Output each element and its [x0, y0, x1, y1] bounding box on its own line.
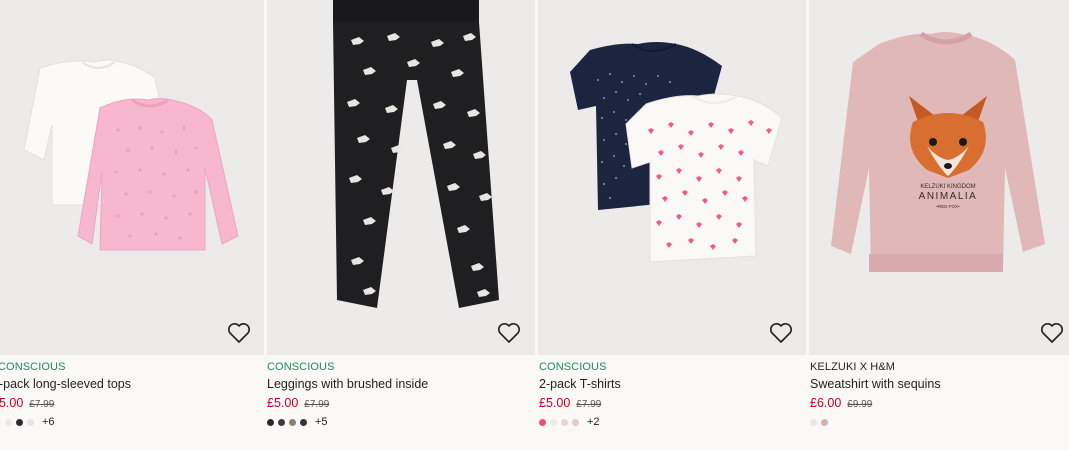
product-info: CONSCIOUS Leggings with brushed inside £… [267, 360, 535, 430]
product-title[interactable]: Sweatshirt with sequins [810, 376, 1069, 392]
product-info: CONSCIOUS 2-pack long-sleeved tops £5.00… [0, 360, 262, 430]
color-swatch[interactable] [300, 418, 307, 426]
color-swatch[interactable] [561, 418, 568, 426]
color-swatch[interactable] [278, 418, 285, 426]
product-image[interactable] [267, 0, 535, 355]
heart-outline-icon[interactable] [1040, 322, 1064, 344]
heart-outline-icon[interactable] [497, 322, 521, 344]
original-price: £7.99 [304, 399, 330, 410]
color-swatch[interactable] [16, 418, 23, 426]
product-image[interactable] [538, 0, 806, 355]
product-grid: CONSCIOUS 2-pack long-sleeved tops £5.00… [0, 0, 1069, 450]
product-card-sweatshirt[interactable]: KELZUKI KINGDOM ANIMALIA •RED FOX• KELZU… [809, 0, 1069, 450]
heart-outline-icon[interactable] [769, 322, 793, 344]
color-swatch[interactable] [0, 418, 1, 426]
sale-price: £5.00 [539, 396, 571, 410]
price-row: £5.00 £7.99 [267, 395, 535, 411]
color-swatch[interactable] [821, 418, 828, 426]
print-line-1: KELZUKI KINGDOM [920, 184, 975, 190]
sale-price: £5.00 [0, 396, 24, 410]
color-swatch[interactable] [27, 418, 34, 426]
product-tag: KELZUKI X H&M [810, 361, 896, 373]
long-sleeved-tops-illustration [23, 59, 239, 251]
product-tag: CONSCIOUS [0, 361, 66, 373]
more-colors-count[interactable]: +6 [42, 416, 55, 428]
color-swatch[interactable] [550, 418, 557, 426]
leggings-illustration [333, 0, 499, 308]
product-image[interactable]: KELZUKI KINGDOM ANIMALIA •RED FOX• [809, 0, 1069, 355]
color-swatch[interactable] [5, 418, 12, 426]
product-image[interactable] [0, 0, 264, 355]
original-price: £7.99 [29, 399, 55, 410]
print-line-3: •RED FOX• [936, 204, 960, 209]
sale-price: £6.00 [810, 396, 842, 410]
product-tag: CONSCIOUS [267, 361, 335, 373]
product-info: KELZUKI X H&M Sweatshirt with sequins £6… [810, 360, 1069, 430]
heart-outline-icon[interactable] [227, 322, 251, 344]
price-row: £6.00 £9.99 [810, 395, 1069, 411]
price-row: £5.00 £7.99 [0, 395, 262, 411]
product-card-long-sleeved-tops[interactable]: CONSCIOUS 2-pack long-sleeved tops £5.00… [0, 0, 264, 450]
print-line-2: ANIMALIA [919, 191, 978, 202]
product-card-tshirts[interactable]: CONSCIOUS 2-pack T-shirts £5.00 £7.99 +2 [538, 0, 806, 450]
color-swatches: +2 [539, 414, 806, 430]
sale-price: £5.00 [267, 396, 299, 410]
product-title[interactable]: 2-pack T-shirts [539, 376, 806, 392]
more-colors-count[interactable]: +2 [587, 416, 600, 428]
color-swatch[interactable] [289, 418, 296, 426]
color-swatch[interactable] [572, 418, 579, 426]
tshirts-illustration [570, 42, 783, 263]
product-title[interactable]: 2-pack long-sleeved tops [0, 376, 262, 392]
original-price: £9.99 [847, 399, 873, 410]
color-swatches: +5 [267, 414, 535, 430]
color-swatch[interactable] [539, 418, 546, 426]
original-price: £7.99 [576, 399, 602, 410]
color-swatches [810, 414, 1069, 430]
price-row: £5.00 £7.99 [539, 395, 806, 411]
product-card-leggings[interactable]: CONSCIOUS Leggings with brushed inside £… [267, 0, 535, 450]
color-swatch[interactable] [267, 418, 274, 426]
product-info: CONSCIOUS 2-pack T-shirts £5.00 £7.99 +2 [539, 360, 806, 430]
color-swatch[interactable] [810, 418, 817, 426]
sweatshirt-illustration: KELZUKI KINGDOM ANIMALIA •RED FOX• [831, 31, 1045, 272]
product-tag: CONSCIOUS [539, 361, 607, 373]
product-title[interactable]: Leggings with brushed inside [267, 376, 535, 392]
color-swatches: +6 [0, 414, 262, 430]
more-colors-count[interactable]: +5 [315, 416, 328, 428]
